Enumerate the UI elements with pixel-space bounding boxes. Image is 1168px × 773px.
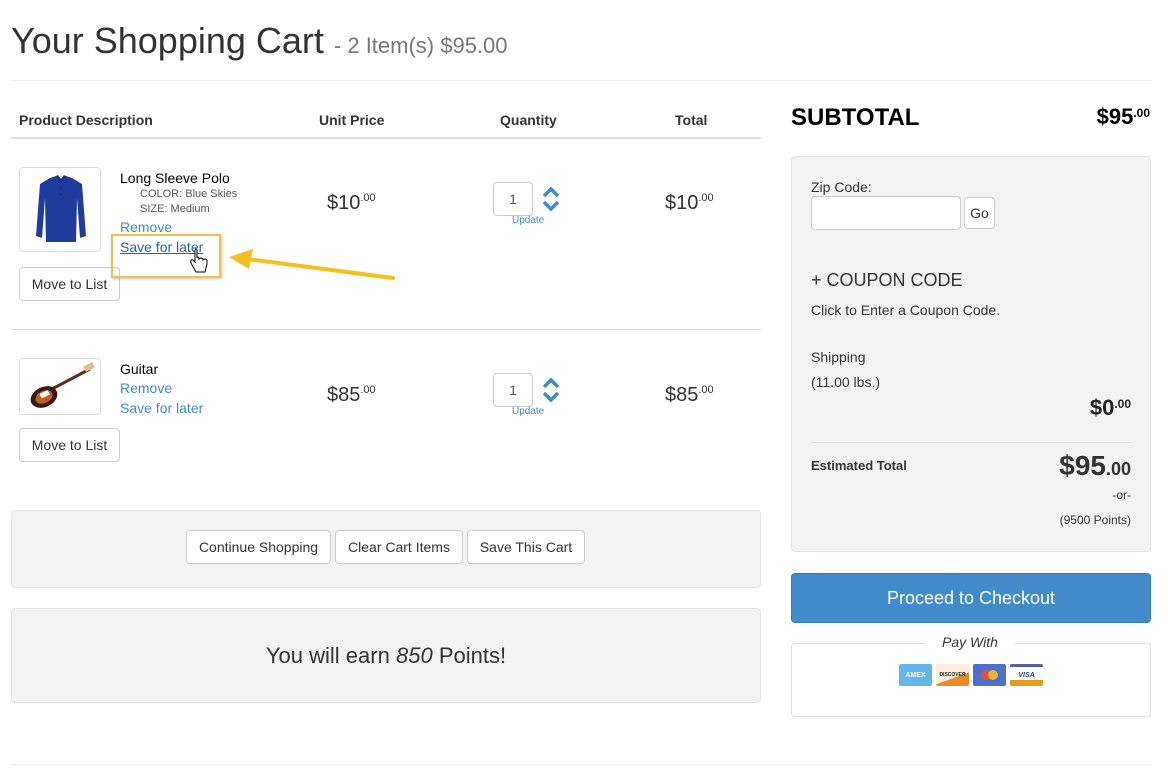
header-unit-price: Unit Price	[319, 112, 385, 128]
shipping-weight: (11.00 lbs.)	[811, 374, 880, 390]
line-total-dollars: $10	[665, 192, 699, 214]
update-link[interactable]: Update	[512, 406, 544, 417]
subtotal-label: SUBTOTAL	[791, 104, 920, 131]
amex-card-text: AMEX	[905, 671, 926, 679]
subtotal-cents: .00	[1133, 106, 1150, 120]
estimated-dollars: $95	[1059, 450, 1106, 481]
summary-divider	[811, 442, 1131, 443]
points-prefix: You will earn	[265, 642, 390, 668]
pay-with-label: Pay With	[925, 634, 1015, 650]
chevron-down-icon[interactable]	[541, 200, 561, 212]
product-image-guitar[interactable]	[19, 358, 101, 415]
shipping-cents: .00	[1114, 397, 1131, 411]
hand-cursor-icon	[190, 248, 208, 273]
or-label: -or-	[1112, 488, 1131, 502]
cart-summary-count: - 2 Item(s) $95.00	[333, 33, 508, 58]
zip-code-input[interactable]	[811, 196, 961, 230]
unit-price: $10.00	[327, 192, 376, 215]
points-suffix: Points!	[438, 642, 507, 668]
quantity-input[interactable]	[493, 373, 533, 407]
chevron-up-icon[interactable]	[541, 186, 561, 198]
unit-price-dollars: $10	[327, 192, 361, 214]
divider	[11, 80, 1151, 81]
line-total-cents: .00	[698, 384, 714, 396]
pay-with-panel	[791, 643, 1151, 717]
remove-link[interactable]: Remove	[120, 380, 172, 396]
zip-go-button[interactable]: Go	[964, 197, 995, 229]
product-name[interactable]: Long Sleeve Polo	[120, 170, 230, 186]
mastercard-circles-icon	[981, 670, 998, 680]
header-divider	[11, 137, 761, 139]
product-attribute-color: COLOR: Blue Skies	[140, 188, 238, 200]
chevron-up-icon[interactable]	[541, 377, 561, 389]
estimated-total-value: $95.00	[1059, 450, 1131, 482]
unit-price: $85.00	[327, 384, 376, 407]
chevron-down-icon[interactable]	[541, 391, 561, 403]
coupon-code-toggle[interactable]: + COUPON CODE	[811, 270, 963, 291]
move-to-list-button[interactable]: Move to List	[19, 428, 120, 462]
coupon-hint: Click to Enter a Coupon Code.	[811, 302, 1001, 318]
amex-card-icon: AMEX	[899, 664, 932, 686]
line-total: $85.00	[665, 384, 714, 407]
quantity-input[interactable]	[493, 182, 533, 216]
mastercard-card-icon	[973, 664, 1006, 686]
points-banner: You will earn 850 Points!	[11, 608, 761, 703]
remove-link[interactable]: Remove	[120, 219, 172, 235]
annotation-arrow-icon	[229, 249, 395, 280]
discover-card-text: DISCOVER	[939, 672, 966, 678]
update-link[interactable]: Update	[512, 215, 544, 226]
save-for-later-link[interactable]: Save for later	[120, 400, 203, 416]
clear-cart-button[interactable]: Clear Cart Items	[335, 530, 463, 564]
product-name[interactable]: Guitar	[120, 361, 158, 377]
product-attribute-size: SIZE: Medium	[140, 203, 210, 215]
shipping-dollars: $0	[1089, 395, 1115, 420]
proceed-to-checkout-button[interactable]: Proceed to Checkout	[791, 573, 1151, 623]
move-to-list-button[interactable]: Move to List	[19, 267, 120, 301]
electric-guitar-image	[30, 362, 95, 408]
subtotal-dollars: $95	[1096, 104, 1134, 129]
shipping-label: Shipping	[811, 349, 866, 365]
continue-shopping-button[interactable]: Continue Shopping	[186, 530, 331, 564]
line-total-dollars: $85	[665, 384, 699, 406]
page-title: Your Shopping Cart - 2 Item(s) $95.00	[11, 20, 508, 62]
footer-divider	[11, 764, 1151, 765]
blue-polo-shirt-image	[36, 175, 86, 242]
estimated-cents: .00	[1105, 459, 1131, 479]
estimated-total-label: Estimated Total	[811, 458, 907, 473]
visa-card-text: VISA	[1018, 671, 1035, 679]
subtotal-value: $95.00	[1097, 104, 1150, 130]
header-quantity: Quantity	[500, 112, 557, 128]
product-image-polo[interactable]	[19, 167, 101, 252]
header-total: Total	[675, 112, 708, 128]
discover-card-icon: DISCOVER	[936, 664, 969, 686]
header-product-description: Product Description	[19, 112, 153, 128]
row-divider	[11, 329, 761, 330]
line-total-cents: .00	[698, 192, 714, 204]
unit-price-cents: .00	[360, 384, 376, 396]
line-total: $10.00	[665, 192, 714, 215]
visa-card-icon: VISA	[1010, 664, 1043, 686]
unit-price-cents: .00	[360, 192, 376, 204]
points-total: (9500 Points)	[1059, 513, 1131, 527]
shipping-cost: $0.00	[1090, 395, 1131, 421]
save-cart-button[interactable]: Save This Cart	[467, 530, 585, 564]
page-title-text: Your Shopping Cart	[11, 20, 324, 61]
zip-label: Zip Code:	[811, 179, 872, 195]
unit-price-dollars: $85	[327, 384, 361, 406]
points-value: 850	[395, 642, 433, 668]
